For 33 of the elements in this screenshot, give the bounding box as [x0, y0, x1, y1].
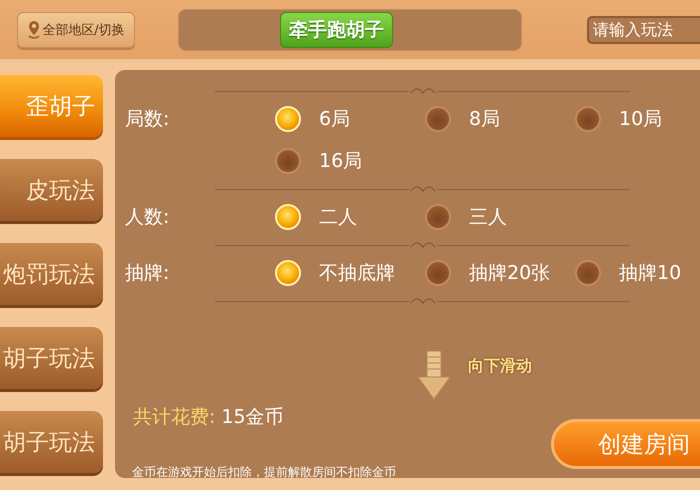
option-label: 8局: [469, 107, 500, 132]
option-label: 抽牌10: [619, 261, 682, 286]
radio-button[interactable]: [275, 148, 301, 174]
location-button[interactable]: 全部地区/切换: [17, 12, 135, 48]
sidebar-tab[interactable]: 炮罚玩法: [0, 243, 103, 305]
option-label: 二人: [319, 205, 357, 230]
game-title[interactable]: 牵手跑胡子: [280, 12, 393, 48]
option-label: 三人: [469, 205, 507, 230]
cost-value: 15金币: [221, 405, 284, 430]
option-label: 不抽底牌: [319, 261, 395, 286]
option-label: 抽牌20张: [469, 261, 550, 286]
rule-label: 人数:: [125, 205, 170, 230]
option-label: 16局: [319, 149, 362, 174]
location-pin-icon: [27, 20, 42, 40]
sidebar-tab[interactable]: 歪胡子: [0, 75, 103, 137]
down-arrow-icon: [418, 351, 450, 401]
rule-label: 抽牌:: [125, 261, 170, 286]
sidebar-tab[interactable]: 胡子玩法: [0, 327, 103, 389]
radio-button[interactable]: [425, 260, 451, 286]
radio-button[interactable]: [425, 204, 451, 230]
note-text: 金币在游戏开始后扣除，提前解散房间不扣除金币: [132, 464, 396, 478]
search-field[interactable]: 请输入玩法: [587, 16, 700, 44]
create-room-button[interactable]: 创建房间: [551, 419, 700, 469]
option-label: 10局: [619, 107, 662, 132]
rule-label: 局数:: [125, 107, 170, 132]
option-label: 6局: [319, 107, 350, 132]
scroll-hint: 向下滑动: [468, 356, 532, 376]
radio-button[interactable]: [575, 106, 601, 132]
radio-button[interactable]: [425, 106, 451, 132]
radio-button[interactable]: [575, 260, 601, 286]
cost-label: 共计花费:: [133, 405, 216, 430]
sidebar-tab[interactable]: 皮玩法: [0, 159, 103, 221]
sidebar-tab[interactable]: 胡子玩法: [0, 411, 103, 473]
